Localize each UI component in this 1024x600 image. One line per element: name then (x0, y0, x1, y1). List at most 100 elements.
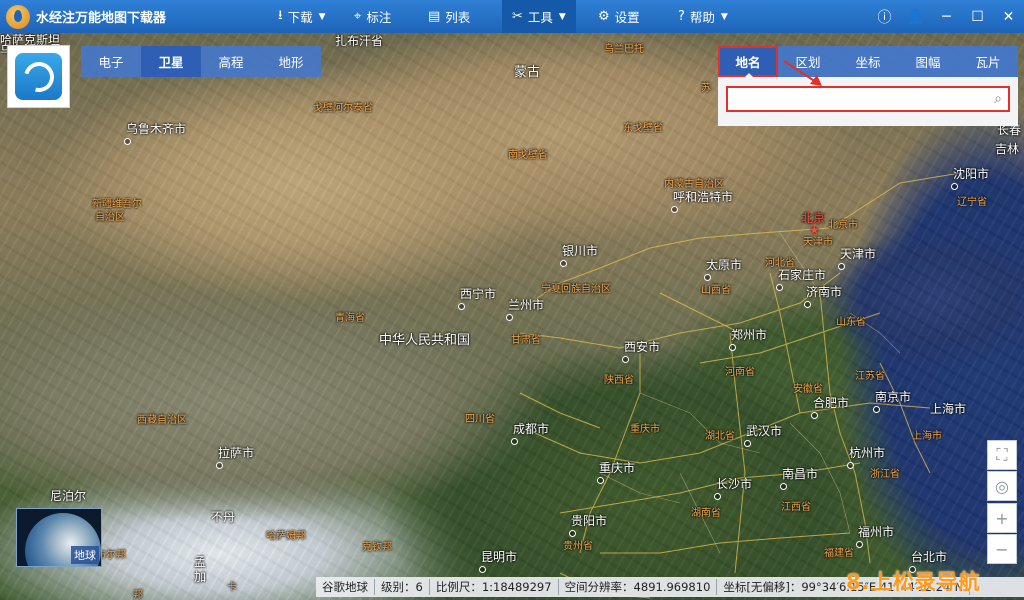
search-tab-3[interactable]: 图幅 (898, 46, 958, 77)
map-label: 湖南省 (691, 508, 721, 519)
menu-item-0[interactable]: ⭳ 下载 ▼ (268, 0, 336, 33)
zoom-in-button[interactable]: + (987, 503, 1017, 533)
chevron-down-icon: ▼ (720, 11, 728, 22)
status-resolution: 空间分辨率：4891.969810 (559, 579, 718, 595)
globe-view-toggle[interactable]: 地球 (16, 508, 102, 567)
map-label: 乌兰巴托 (604, 44, 644, 55)
map-label: 宁夏回族自治区 (541, 284, 611, 295)
search-icon[interactable]: ⌕ (988, 91, 1008, 107)
map-label: 上海市 (912, 431, 942, 442)
menu-item-5[interactable]: ? 帮助 ▼ (668, 0, 738, 33)
menu-label-5: 帮助 (689, 10, 715, 25)
map-label: 太原市 (703, 258, 743, 281)
map-type-0[interactable]: 电子 (81, 46, 141, 77)
map-label: 加 (194, 570, 207, 584)
map-label: 台北市 (908, 550, 948, 573)
map-label: 江苏省 (855, 371, 885, 382)
map-label: 长沙市 (713, 477, 753, 500)
map-logo-button[interactable] (7, 45, 70, 108)
map-label: 哈萨姆邦 (266, 531, 306, 542)
map-label: 吉林 (995, 142, 1020, 156)
map-label: 四川省 (465, 414, 495, 425)
map-label: 扎布汗省 (335, 34, 384, 48)
map-label: 湖北省 (705, 431, 735, 442)
map-label: 河南省 (725, 367, 755, 378)
status-source: 谷歌地球 (316, 579, 375, 595)
map-label: 拉萨市 (215, 446, 255, 469)
zoom-out-button[interactable]: − (987, 534, 1017, 564)
map-label: 福建省 (824, 548, 854, 559)
map-label: 陕西省 (604, 375, 634, 386)
search-tab-0[interactable]: 地名 (718, 46, 778, 78)
map-type-switcher: 电子 卫星 高程 地形 (81, 46, 321, 77)
menu-item-4[interactable]: ⚙ 设置 (588, 0, 650, 33)
place-search-box: ⌕ (726, 86, 1010, 112)
map-type-3[interactable]: 地形 (261, 46, 321, 77)
place-search-input[interactable] (728, 88, 988, 110)
map-label: 自治区 (95, 212, 125, 223)
map-label: 沈阳市 (950, 167, 990, 190)
annotation-arrow-icon (783, 60, 822, 86)
close-button[interactable]: ✕ (993, 0, 1024, 33)
fit-extent-button[interactable]: ⛶ (987, 440, 1017, 470)
menu-icon-1: ⌖ (354, 9, 362, 24)
map-label: 合肥市 (810, 396, 850, 419)
app-logo-icon (6, 4, 30, 29)
minimize-button[interactable]: ─ (931, 0, 962, 33)
menu-item-3[interactable]: ✂ 工具 ▼ (502, 0, 576, 33)
map-label: 南京市 (872, 390, 912, 413)
map-label: 天津市 (837, 247, 877, 270)
window-controls: ⓘ 👤 ─ ☐ ✕ (869, 0, 1024, 33)
status-scale: 比例尺：1:18489297 (430, 579, 559, 595)
app-title: 水经注万能地图下载器 (36, 11, 167, 26)
chevron-down-icon: ▼ (318, 11, 326, 22)
map-label: 苏 (701, 83, 711, 94)
menu-icon-0: ⭳ (278, 7, 283, 23)
map-label: 甘肃省 (511, 335, 541, 346)
maximize-button[interactable]: ☐ (962, 0, 993, 33)
search-panel: 地名 区划 坐标 图幅 瓦片 ⌕ (718, 46, 1018, 126)
map-label: 克钦邦 (362, 542, 392, 553)
map-label: 呼和浩特市 (670, 190, 734, 213)
menu-label-2: 列表 (445, 10, 471, 25)
map-label: 乌鲁木齐市 (123, 122, 187, 145)
map-label: 安徽省 (793, 384, 823, 395)
map-label: 上海市 (930, 402, 967, 416)
search-tab-2[interactable]: 坐标 (838, 46, 898, 77)
capital-star-icon: ★ (809, 223, 820, 237)
map-label: 重庆市 (596, 461, 636, 484)
menu-item-2[interactable]: ▤ 列表 (418, 0, 480, 33)
map-type-2[interactable]: 高程 (201, 46, 261, 77)
map-type-1[interactable]: 卫星 (141, 46, 201, 77)
map-label: 不丹 (211, 510, 236, 524)
chevron-down-icon: ▼ (558, 11, 566, 22)
map-label: 贵阳市 (568, 514, 608, 537)
map-label: 邦 (133, 590, 143, 600)
menu-item-1[interactable]: ⌖ 标注 (344, 0, 401, 33)
info-icon[interactable]: ⓘ (869, 0, 900, 33)
map-label: 南戈壁省 (508, 150, 548, 161)
search-tab-4[interactable]: 瓦片 (958, 46, 1018, 77)
map-label: 西藏自治区 (137, 415, 187, 426)
user-icon[interactable]: 👤 (900, 0, 931, 33)
map-label: 蒙古 (514, 65, 541, 80)
menu-icon-5: ? (678, 9, 685, 24)
search-body: ⌕ (718, 77, 1018, 126)
globe-label: 地球 (71, 546, 99, 564)
map-label: 贵州省 (563, 541, 593, 552)
map-label: 重庆市 (630, 424, 660, 435)
map-label: 卡 (227, 582, 237, 593)
map-label: 成都市 (510, 422, 550, 445)
map-label: 青海省 (335, 313, 365, 324)
map-label: 济南市 (803, 285, 843, 308)
map-label: 兰州市 (505, 298, 545, 321)
map-label: 天津市 (803, 237, 833, 248)
map-label: 西宁市 (457, 287, 497, 310)
map-label: 银川市 (559, 244, 599, 267)
title-bar: 水经注万能地图下载器 ⭳ 下载 ▼ ⌖ 标注 ▤ 列表 ✂ 工具 ▼ ⚙ 设置? 帮助 ▼ ⓘ 👤 ─ ☐… (0, 0, 1024, 33)
locate-button[interactable]: ◎ (987, 471, 1017, 501)
map-label: 戈壁阿尔泰省 (313, 103, 373, 114)
map-label: 山东省 (836, 317, 866, 328)
watermark-text: 8.上松录导航 (846, 570, 981, 594)
map-label: 东戈壁省 (623, 123, 663, 134)
